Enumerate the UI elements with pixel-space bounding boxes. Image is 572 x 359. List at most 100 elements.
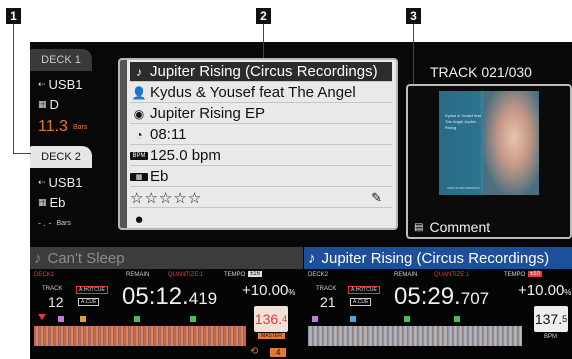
left-deck-header[interactable]: ♪ Can't Sleep <box>30 247 303 269</box>
right-deck-body: DECK2 REMAIN QUANTIZE:1 TEMPO ±10 TRACK … <box>304 270 572 359</box>
left-deck-body: DECK1 REMAIN QUANTIZE:1 TEMPO ±16 TRACK … <box>30 270 303 359</box>
deck2-bars-unit: Bars <box>56 219 71 227</box>
deck2-source-label: USB1 <box>48 175 83 190</box>
artwork-text: Kydus & Yousef feat The Angel Jupiter Ri… <box>445 113 481 130</box>
right-deck-label: DECK2 <box>308 272 329 278</box>
right-hotcue-button[interactable]: A.HOTCUE <box>348 286 380 294</box>
left-time-ms: 419 <box>188 289 218 308</box>
left-hotcue-d-marker <box>190 316 196 322</box>
info-row-album[interactable]: ◉ Jupiter Rising EP <box>130 104 392 124</box>
artwork-portrait <box>483 91 539 195</box>
color-dot-icon: ● <box>134 210 144 228</box>
callout-1: 1 <box>6 8 21 24</box>
deck2-source: ⇠ USB1 <box>38 175 83 190</box>
album-artwork: Kydus & Yousef feat The Angel Jupiter Ri… <box>439 91 539 195</box>
info-row-rating[interactable]: ☆☆☆☆☆ ✎ <box>130 188 392 208</box>
track-title: Jupiter Rising (Circus Recordings) <box>150 63 378 80</box>
note-icon: ♪ <box>308 249 316 267</box>
right-hotcue-a-marker <box>312 316 318 322</box>
left-deck-label: DECK1 <box>34 272 55 278</box>
left-time-main: 05:12. <box>122 283 189 310</box>
deck1-source: ⇠ USB1 <box>38 77 83 92</box>
deck1-bars: 11.3 Bars <box>38 118 87 136</box>
left-tempo-range[interactable]: ±16 <box>248 271 262 277</box>
cdj-screen: DECK 1 ⇠ USB1 ▦ D 11.3 Bars DECK 2 ⇠ USB… <box>30 42 572 359</box>
deck1-tab[interactable]: DECK 1 <box>30 49 92 71</box>
left-bpm-box: 136. 4 <box>254 306 288 332</box>
right-track-number: 21 <box>320 294 336 310</box>
right-tempo-label: TEMPO <box>504 272 526 278</box>
deck2-tab[interactable]: DECK 2 <box>30 146 92 168</box>
left-time-display: 05:12.419 <box>122 283 217 311</box>
right-tempo-range[interactable]: ±10 <box>528 271 542 277</box>
deck1-source-label: USB1 <box>48 77 83 92</box>
right-waveform[interactable] <box>308 326 522 346</box>
info-row-color[interactable]: ● <box>130 209 392 228</box>
callout-3-line <box>413 24 414 84</box>
loop-icon: ⟲ <box>250 346 259 357</box>
info-row-title[interactable]: ♪ Jupiter Rising (Circus Recordings) <box>130 62 392 82</box>
info-row-artist[interactable]: 👤 Kydus & Yousef feat The Angel <box>130 83 392 103</box>
left-track-label: TRACK <box>42 286 63 292</box>
right-tempo-number: +10.00 <box>518 282 565 299</box>
info-row-key[interactable]: ▦ Eb <box>130 167 392 187</box>
right-autocue-button[interactable]: A.CUE <box>350 298 372 306</box>
right-bpm-main: 137. <box>534 311 563 327</box>
callout-3: 3 <box>406 8 421 24</box>
info-scrollbar[interactable] <box>120 60 127 228</box>
deck1-key: ▦ D <box>38 97 59 112</box>
track-rating[interactable]: ☆☆☆☆☆ <box>130 189 202 207</box>
track-counter: TRACK 021/030 <box>430 64 532 80</box>
left-tempo-number: +10.00 <box>242 282 289 299</box>
comment-row[interactable]: ▤ Comment <box>414 219 490 235</box>
left-tempo-label: TEMPO <box>224 272 246 278</box>
callout-2-line <box>263 24 264 58</box>
right-hotcue-d-marker <box>454 316 460 322</box>
left-hotcue-c-marker <box>134 316 140 322</box>
track-duration: 08:11 <box>150 126 187 143</box>
track-info-panel: ♪ Jupiter Rising (Circus Recordings) 👤 K… <box>118 58 398 230</box>
note-icon: ♪ <box>34 249 42 267</box>
deck1-bars-value: 11.3 <box>38 118 68 135</box>
right-deck-header[interactable]: ♪ Jupiter Rising (Circus Recordings) <box>304 247 572 269</box>
right-deck-title: Jupiter Rising (Circus Recordings) <box>321 249 550 267</box>
left-waveform[interactable] <box>34 326 246 346</box>
left-hotcue-button[interactable]: A.HOTCUE <box>76 286 108 294</box>
left-bpm-dec: 4 <box>282 314 288 324</box>
left-autocue-button[interactable]: A.CUE <box>78 298 100 306</box>
left-master-badge[interactable]: MASTER <box>258 333 285 339</box>
pencil-icon[interactable]: ✎ <box>371 190 382 206</box>
album-icon: ◉ <box>133 106 145 121</box>
artist-icon: 👤 <box>131 85 147 100</box>
right-time-main: 05:29. <box>394 283 461 310</box>
right-time-display: 05:29.707 <box>394 283 489 311</box>
left-tempo-value: +10.00% <box>242 282 295 299</box>
left-remain-label: REMAIN <box>126 272 150 278</box>
info-row-duration[interactable]: ◔ 08:11 <box>130 125 392 145</box>
left-loop-badge[interactable]: 4 <box>270 348 287 357</box>
right-track-label: TRACK <box>316 286 337 292</box>
right-tempo-value: +10.00% <box>518 282 571 299</box>
track-artist: Kydus & Yousef feat The Angel <box>150 84 356 101</box>
right-hotcue-c-marker <box>404 316 410 322</box>
deck2-bars-value: - . - <box>38 218 52 228</box>
right-quantize: QUANTIZE:1 <box>434 272 470 278</box>
callout-1-line <box>13 24 14 154</box>
right-time-ms: 707 <box>460 289 490 308</box>
note-icon: ♪ <box>136 64 142 79</box>
left-quantize: QUANTIZE:1 <box>168 272 204 278</box>
info-row-bpm[interactable]: BPM 125.0 bpm <box>130 146 392 166</box>
callout-1-line-h <box>13 153 31 154</box>
right-bpm-box: 137. 5 <box>534 306 568 332</box>
left-hotcue-a-marker <box>58 316 64 322</box>
key-icon: ▦ <box>38 197 47 207</box>
track-key: Eb <box>150 168 169 185</box>
left-bpm-main: 136. <box>254 311 283 327</box>
right-remain-label: REMAIN <box>394 272 418 278</box>
right-hotcue-b-marker <box>350 316 356 322</box>
left-deck-title: Can't Sleep <box>47 249 125 267</box>
clock-icon: ◔ <box>135 127 143 142</box>
key-icon: ▦ <box>38 99 47 109</box>
artwork-panel[interactable]: Kydus & Yousef feat The Angel Jupiter Ri… <box>406 84 572 239</box>
deck2-key-label: Eb <box>49 195 66 210</box>
